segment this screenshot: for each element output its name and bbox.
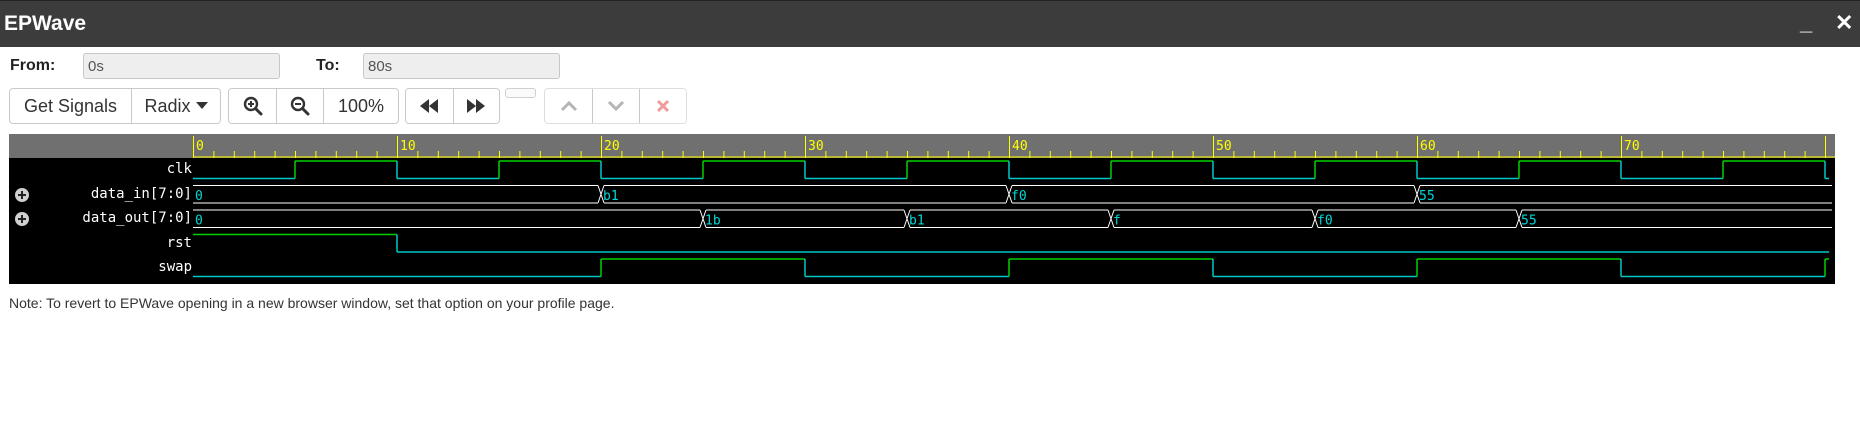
from-label: From: (10, 57, 56, 74)
data_out[7:0]-bus-value: 55 (1521, 213, 1537, 228)
close-window-button[interactable]: ✕ (1835, 9, 1853, 37)
waveform-viewer[interactable]: clk data_in[7:0] data_out[7:0] rst swap 0 10 2… (9, 134, 1835, 284)
data_in[7:0]-bus-value: f0 (1011, 189, 1027, 204)
caret-down-icon (195, 102, 208, 109)
data_out[7:0]-bus-value: b1 (909, 213, 925, 228)
rewind-icon (420, 99, 439, 113)
zoom-out-icon (290, 96, 310, 116)
from-field[interactable]: 0s (83, 53, 280, 79)
move-down-button[interactable] (592, 89, 639, 123)
ruler-label: 40 (1012, 139, 1028, 154)
ruler-label: 70 (1624, 139, 1640, 154)
minimize-button[interactable]: _ (1800, 9, 1812, 37)
ruler-label: 30 (808, 139, 824, 154)
rewind-button[interactable] (406, 89, 453, 123)
zoom-in-button[interactable] (229, 89, 276, 123)
fast-forward-button[interactable] (452, 89, 499, 123)
navigate-button-group (405, 88, 500, 124)
signals-button-group: Get Signals Radix (9, 88, 221, 124)
zoom-level-label: 100% (337, 95, 385, 116)
profile-note: Note: To revert to EPWave opening in a n… (9, 295, 615, 311)
radix-label: Radix (144, 95, 191, 116)
radix-dropdown[interactable]: Radix (131, 89, 220, 123)
waveform-canvas[interactable]: 0 10 20 30 40 50 60 70 0 b1 f0 55 0 1b b1 f f0 55 (9, 134, 1835, 284)
chevron-up-icon (560, 100, 577, 112)
data_out[7:0]-bus-value: f0 (1317, 213, 1333, 228)
move-up-button[interactable] (545, 89, 592, 123)
ruler-label: 0 (196, 139, 204, 154)
zoom-level-button[interactable]: 100% (323, 89, 398, 123)
zoom-in-icon (243, 96, 262, 116)
data_out[7:0]-bus-value: f (1113, 213, 1121, 228)
zoom-button-group: 100% (228, 88, 399, 124)
data_in[7:0]-bus-value: 55 (1419, 189, 1435, 204)
window-title: EPWave (4, 12, 87, 35)
data_in[7:0]-bus-value: 0 (195, 189, 203, 204)
to-label: To: (316, 57, 340, 74)
time-range-bar: From: 0s To: 80s (0, 47, 1860, 85)
ruler-label: 10 (400, 139, 416, 154)
get-signals-label: Get Signals (23, 95, 118, 116)
close-icon (656, 99, 670, 113)
ruler-label: 50 (1216, 139, 1232, 154)
get-signals-button[interactable]: Get Signals (10, 89, 131, 123)
marker-button[interactable] (505, 88, 536, 98)
signal-order-button-group (544, 88, 687, 124)
fast-forward-icon (467, 99, 486, 113)
zoom-out-button[interactable] (276, 89, 323, 123)
window-titlebar: EPWave _ ✕ (0, 0, 1860, 47)
data_out[7:0]-bus-value: 0 (195, 213, 203, 228)
ruler-label: 60 (1420, 139, 1436, 154)
ruler-label: 20 (604, 139, 620, 154)
data_out[7:0]-bus-value: 1b (705, 213, 721, 228)
to-field[interactable]: 80s (363, 53, 560, 79)
chevron-down-icon (607, 100, 625, 112)
remove-signal-button[interactable] (639, 89, 686, 123)
data_in[7:0]-bus-value: b1 (603, 189, 619, 204)
